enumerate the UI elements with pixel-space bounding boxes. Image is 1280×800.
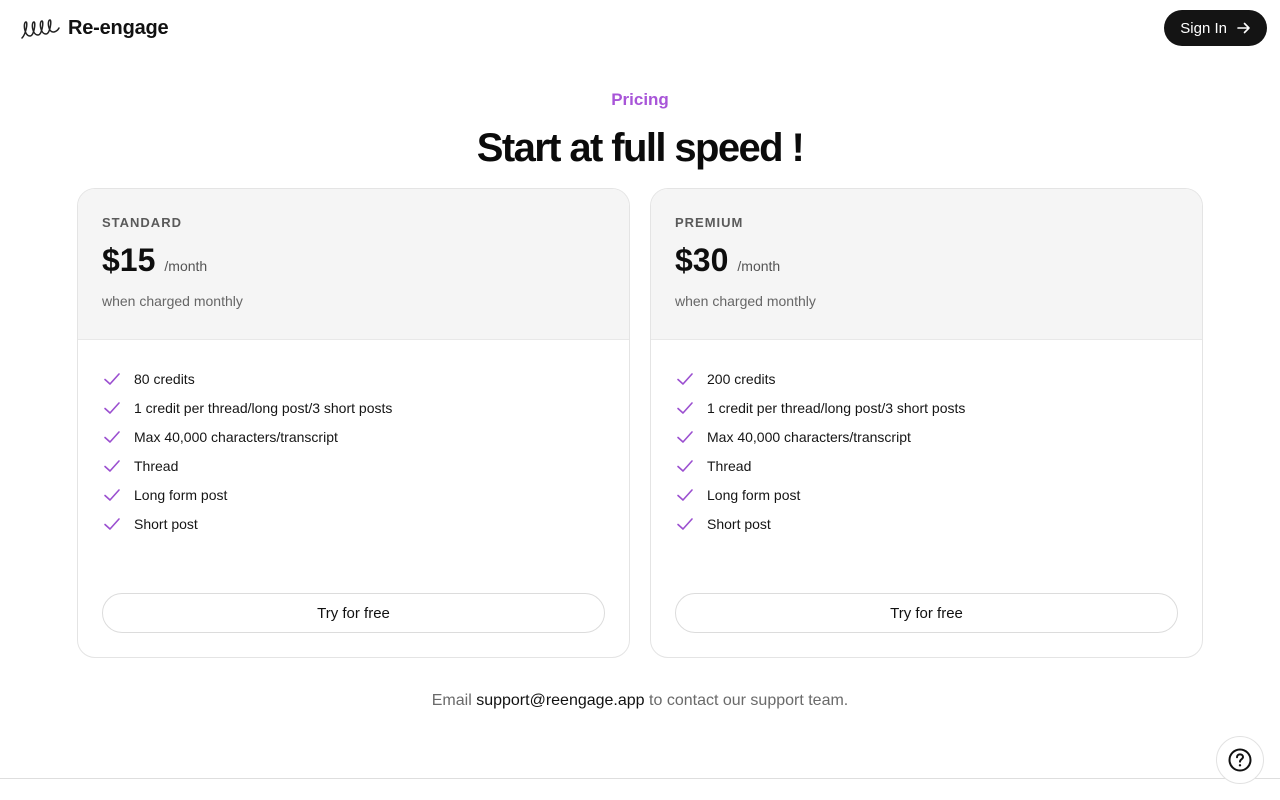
plan-price: $30 [675, 242, 729, 278]
feature-label: 1 credit per thread/long post/3 short po… [707, 399, 966, 416]
feature-item: Thread [675, 451, 1202, 480]
feature-label: Max 40,000 characters/transcript [707, 428, 911, 445]
billing-note: when charged monthly [102, 293, 243, 309]
brand-name: Re-engage [68, 16, 169, 39]
pricing-page: Re-engage Sign In Pricing Start at full … [0, 0, 1280, 800]
price-row: $30 /month [675, 242, 1178, 279]
feature-item: 200 credits [675, 364, 1202, 393]
check-icon [677, 430, 693, 443]
arrow-right-icon [1237, 22, 1250, 34]
feature-item: Max 40,000 characters/transcript [675, 422, 1202, 451]
top-header: Re-engage Sign In [0, 0, 1280, 56]
check-icon [677, 459, 693, 472]
sign-in-button[interactable]: Sign In [1164, 10, 1267, 46]
feature-label: Thread [134, 457, 179, 474]
feature-label: 80 credits [134, 370, 195, 387]
feature-item: 1 credit per thread/long post/3 short po… [675, 393, 1202, 422]
plan-price: $15 [102, 242, 156, 278]
try-for-free-button-premium[interactable]: Try for free [675, 593, 1178, 633]
check-icon [104, 372, 120, 385]
support-suffix: to contact our support team. [649, 692, 849, 709]
check-icon [677, 517, 693, 530]
feature-item: Short post [675, 509, 1202, 538]
check-icon [104, 459, 120, 472]
price-row: $15 /month [102, 242, 605, 279]
check-icon [104, 430, 120, 443]
plan-period: /month [737, 258, 781, 274]
feature-list: 80 credits 1 credit per thread/long post… [78, 340, 629, 538]
plan-header: STANDARD $15 /month when charged monthly [78, 189, 629, 340]
feature-item: Long form post [102, 480, 629, 509]
plan-tier: STANDARD [102, 215, 182, 230]
feature-label: 1 credit per thread/long post/3 short po… [134, 399, 393, 416]
feature-label: Max 40,000 characters/transcript [134, 428, 338, 445]
billing-note: when charged monthly [675, 293, 816, 309]
feature-label: Short post [134, 515, 198, 532]
feature-item: 80 credits [102, 364, 629, 393]
footer-divider [0, 778, 1280, 779]
plan-card-standard: STANDARD $15 /month when charged monthly… [77, 188, 630, 658]
feature-label: Short post [707, 515, 771, 532]
check-icon [677, 488, 693, 501]
page-title: Start at full speed ! [476, 126, 805, 170]
loops-logo-icon [21, 19, 60, 39]
feature-item: Short post [102, 509, 629, 538]
plan-tier: PREMIUM [675, 215, 744, 230]
try-for-free-button-standard[interactable]: Try for free [102, 593, 605, 633]
plan-card-premium: PREMIUM $30 /month when charged monthly … [650, 188, 1203, 658]
feature-label: Long form post [134, 486, 228, 503]
support-note: Email support@reengage.app to contact ou… [0, 692, 1280, 710]
feature-list: 200 credits 1 credit per thread/long pos… [651, 340, 1202, 538]
feature-item: Long form post [675, 480, 1202, 509]
sign-in-label: Sign In [1180, 19, 1227, 37]
help-button[interactable] [1216, 736, 1264, 784]
plan-period: /month [164, 258, 208, 274]
support-email-link[interactable]: support@reengage.app [476, 692, 644, 709]
section-eyebrow: Pricing [611, 90, 669, 109]
feature-label: Long form post [707, 486, 801, 503]
plan-header: PREMIUM $30 /month when charged monthly [651, 189, 1202, 340]
check-icon [104, 517, 120, 530]
feature-item: Max 40,000 characters/transcript [102, 422, 629, 451]
check-icon [677, 401, 693, 414]
feature-label: Thread [707, 457, 752, 474]
feature-label: 200 credits [707, 370, 776, 387]
question-circle-icon [1228, 748, 1252, 772]
check-icon [677, 372, 693, 385]
feature-item: 1 credit per thread/long post/3 short po… [102, 393, 629, 422]
feature-item: Thread [102, 451, 629, 480]
check-icon [104, 488, 120, 501]
support-prefix: Email [431, 692, 472, 709]
brand-logo[interactable]: Re-engage [20, 14, 169, 42]
check-icon [104, 401, 120, 414]
